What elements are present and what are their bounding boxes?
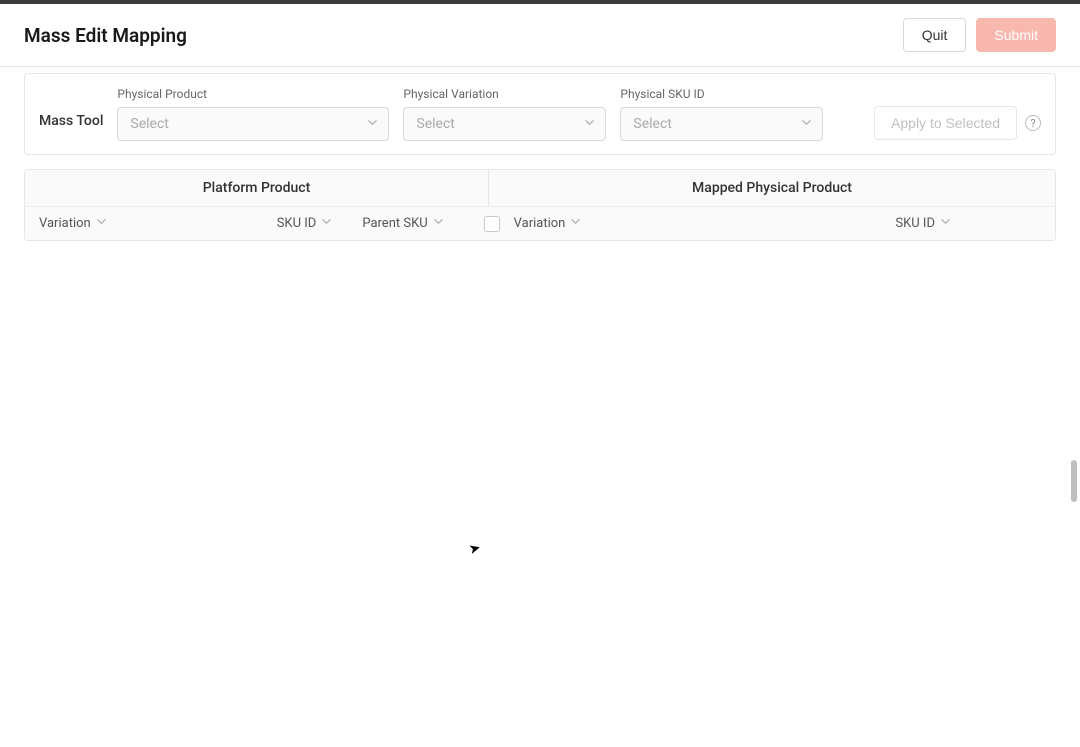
cursor-icon: ➤ (467, 540, 482, 558)
chevron-down-icon (584, 116, 595, 132)
apply-to-selected-button[interactable]: Apply to Selected (874, 106, 1017, 140)
chevron-down-icon (96, 216, 107, 231)
col-parent-sku[interactable]: Parent SKU (362, 216, 443, 231)
chevron-down-icon (433, 216, 444, 231)
scrollbar-thumb[interactable] (1071, 460, 1077, 502)
physical-product-select[interactable]: Select (117, 107, 389, 141)
physical-sku-select[interactable]: Select (620, 107, 823, 141)
page-title: Mass Edit Mapping (24, 24, 187, 47)
physical-variation-select[interactable]: Select (403, 107, 606, 141)
mass-tool-bar: Mass Tool Physical Product Select Physic… (24, 73, 1056, 155)
col-sku-left[interactable]: SKU ID (277, 216, 333, 231)
table-column-row: Variation SKU ID Parent SKU (25, 206, 1055, 240)
table-group-row: Platform Product Mapped Physical Product (25, 170, 1055, 206)
physical-product-field: Physical Product Select (117, 87, 389, 141)
col-parent-sku-label: Parent SKU (362, 216, 427, 231)
select-all-checkbox[interactable] (484, 216, 500, 232)
chevron-down-icon (570, 216, 581, 231)
quit-button[interactable]: Quit (903, 18, 967, 52)
col-variation-left-label: Variation (39, 216, 91, 231)
physical-sku-field: Physical SKU ID Select (620, 87, 823, 141)
physical-product-placeholder: Select (130, 116, 168, 132)
content-area: Mass Tool Physical Product Select Physic… (0, 73, 1080, 241)
chevron-down-icon (801, 116, 812, 132)
chevron-down-icon (940, 216, 951, 231)
col-variation-right-label: Variation (514, 216, 566, 231)
header-actions: Quit Submit (903, 18, 1056, 52)
mapped-product-group: Mapped Physical Product (489, 170, 1055, 206)
submit-button[interactable]: Submit (976, 18, 1056, 52)
physical-sku-placeholder: Select (633, 116, 671, 132)
chevron-down-icon (367, 116, 378, 132)
mapping-table: Platform Product Mapped Physical Product… (24, 169, 1056, 241)
col-variation-right[interactable]: Variation (514, 216, 582, 231)
physical-product-label: Physical Product (117, 87, 389, 101)
help-icon[interactable]: ? (1025, 115, 1041, 131)
mass-tool-label: Mass Tool (39, 99, 103, 129)
physical-variation-label: Physical Variation (403, 87, 606, 101)
col-sku-left-label: SKU ID (277, 216, 317, 231)
physical-sku-label: Physical SKU ID (620, 87, 823, 101)
col-sku-right-label: SKU ID (895, 216, 935, 231)
page-header: Mass Edit Mapping Quit Submit (0, 4, 1080, 67)
physical-variation-field: Physical Variation Select (403, 87, 606, 141)
chevron-down-icon (321, 216, 332, 231)
platform-product-group: Platform Product (25, 170, 489, 206)
physical-variation-placeholder: Select (416, 116, 454, 132)
col-variation-left[interactable]: Variation (39, 216, 107, 231)
col-sku-right[interactable]: SKU ID (895, 216, 951, 231)
apply-wrap: Apply to Selected ? (874, 88, 1041, 140)
